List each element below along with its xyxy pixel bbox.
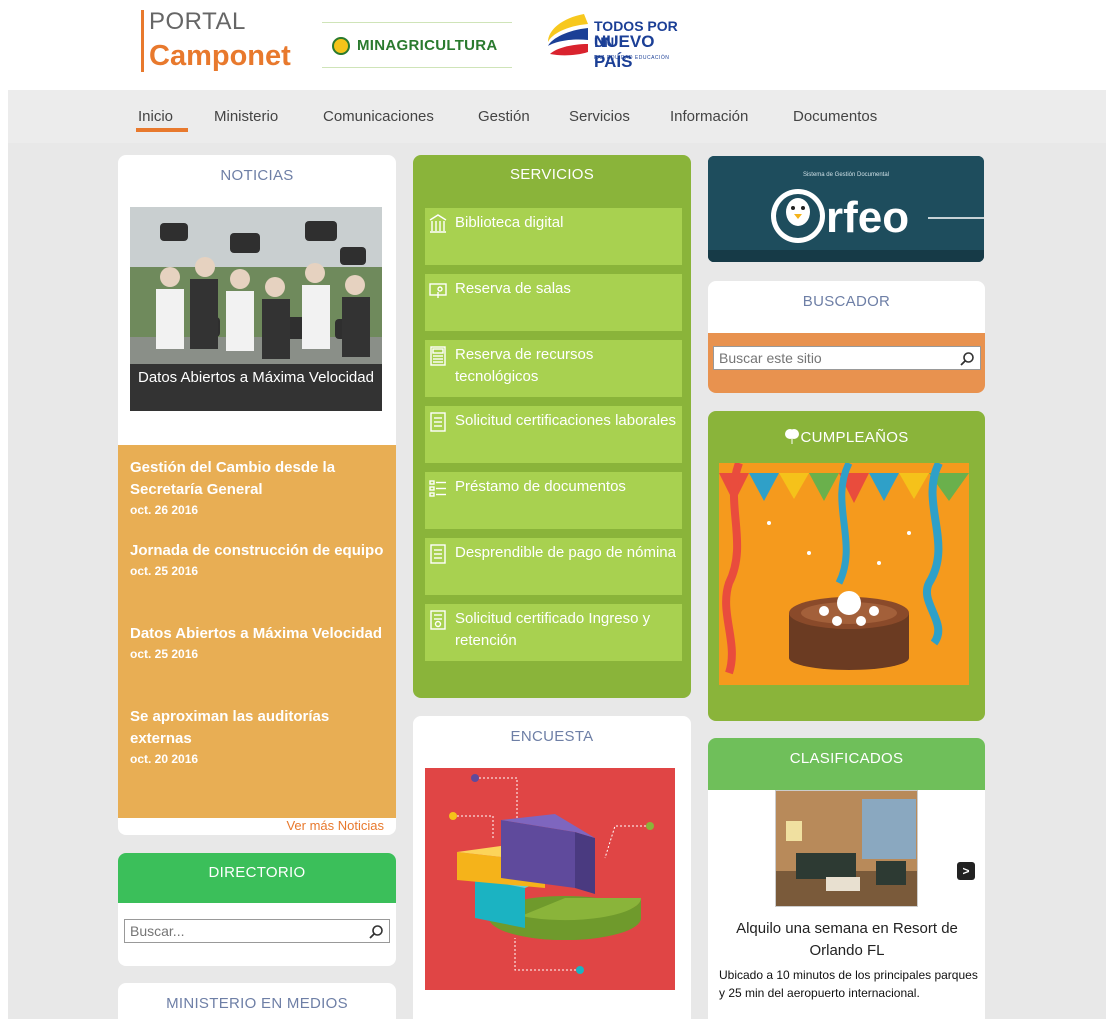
news-item-date: oct. 20 2016	[130, 752, 199, 766]
servicio-label: Reserva de recursos tecnológicos	[455, 346, 594, 385]
cumpleanos-panel: CUMPLEAÑOS	[708, 411, 985, 721]
servicios-title: SERVICIOS	[509, 166, 595, 183]
directorio-header: DIRECTORIO	[118, 853, 396, 903]
noticias-panel: NOTICIAS Datos Abiertos a Máxima Velocid…	[118, 155, 396, 835]
clasificados-panel: CLASIFICADOS > Alquilo una semana en Res…	[708, 738, 985, 1019]
servicio-desprendible-nomina[interactable]: Desprendible de pago de nómina	[425, 538, 682, 595]
cumpleanos-title: CUMPLEAÑOS	[708, 428, 985, 446]
ministerio-en-medios-panel: MINISTERIO EN MEDIOS	[118, 983, 396, 1019]
coat-of-arms-icon	[332, 37, 350, 55]
noticias-title: NOTICIAS	[220, 167, 294, 184]
clasificado-image[interactable]	[775, 790, 918, 907]
news-item-date: oct. 26 2016	[130, 503, 199, 517]
orfeo-banner[interactable]: Sistema de Gestión Documental rfeo	[708, 156, 984, 262]
servicio-label: Solicitud certificaciones laborales	[455, 412, 676, 429]
room-icon	[429, 283, 447, 298]
servicio-label: Reserva de salas	[455, 280, 571, 297]
servicios-panel: SERVICIOS Biblioteca digital Reserva de …	[413, 155, 691, 698]
clasificados-header: CLASIFICADOS	[708, 738, 985, 790]
nav-ministerio[interactable]: Ministerio	[214, 108, 278, 125]
next-button[interactable]: >	[957, 862, 975, 880]
main-nav: Inicio Ministerio Comunicaciones Gestión…	[8, 90, 1106, 143]
servicio-reserva-salas[interactable]: Reserva de salas	[425, 274, 682, 331]
portal-camponet-logo[interactable]: PORTAL Camponet	[141, 6, 291, 76]
encuesta-panel: ENCUESTA	[413, 716, 691, 1019]
news-item-title[interactable]: Gestión del Cambio desde la Secretaría G…	[130, 457, 384, 501]
medios-title: MINISTERIO EN MEDIOS	[166, 995, 348, 1012]
news-list: Gestión del Cambio desde la Secretaría G…	[118, 445, 396, 818]
buscador-band	[708, 333, 985, 393]
nav-servicios[interactable]: Servicios	[569, 108, 630, 125]
minagricultura-logo[interactable]: MINAGRICULTURA	[322, 22, 512, 68]
news-item-title[interactable]: Jornada de construcción de equipo	[130, 540, 384, 562]
directorio-panel: DIRECTORIO	[118, 853, 396, 966]
servicio-prestamo-documentos[interactable]: Préstamo de documentos	[425, 472, 682, 529]
library-icon	[429, 214, 447, 233]
nav-informacion[interactable]: Información	[670, 108, 748, 125]
news-item-title[interactable]: Datos Abiertos a Máxima Velocidad	[130, 623, 384, 645]
nav-active-indicator	[136, 128, 188, 132]
minagri-text: MINAGRICULTURA	[357, 37, 498, 54]
nav-gestion[interactable]: Gestión	[478, 108, 530, 125]
nav-documentos[interactable]: Documentos	[793, 108, 877, 125]
servicio-label: Biblioteca digital	[455, 214, 564, 231]
buscador-search-input[interactable]	[714, 347, 980, 369]
cumpleanos-image[interactable]	[719, 463, 969, 685]
servicio-label: Préstamo de documentos	[455, 478, 626, 495]
orfeo-brand: rfeo	[826, 193, 909, 242]
news-caption[interactable]: Datos Abiertos a Máxima Velocidad	[130, 364, 382, 411]
news-item-title[interactable]: Se aproximan las auditorías externas	[130, 706, 384, 750]
document-icon	[430, 412, 446, 432]
logo-line1: PORTAL	[149, 8, 246, 35]
buscador-search	[713, 346, 981, 370]
news-item[interactable]: Se aproximan las auditorías externas oct…	[130, 706, 384, 768]
calculator-icon	[430, 346, 446, 366]
servicio-label: Desprendible de pago de nómina	[455, 544, 676, 561]
news-item[interactable]: Gestión del Cambio desde la Secretaría G…	[130, 457, 384, 519]
directorio-title: DIRECTORIO	[208, 864, 306, 881]
encuesta-title: ENCUESTA	[510, 728, 594, 745]
ver-mas-noticias-link[interactable]: Ver más Noticias	[286, 818, 384, 833]
servicio-label: Solicitud certificado Ingreso y retenció…	[455, 610, 651, 649]
news-item[interactable]: Jornada de construcción de equipo oct. 2…	[130, 540, 384, 580]
todos-por-un-nuevo-pais-logo[interactable]: TODOS POR UN NUEVO PAÍS PAZ EQUIDAD EDUC…	[544, 6, 694, 71]
todos-line3: PAZ EQUIDAD EDUCACIÓN	[594, 55, 670, 61]
servicio-certificado-ingreso[interactable]: Solicitud certificado Ingreso y retenció…	[425, 604, 682, 661]
logo-line2: Camponet	[149, 40, 291, 72]
document-icon	[430, 544, 446, 564]
todos-line2: NUEVO PAÍS	[594, 32, 655, 71]
clasificado-description: Ubicado a 10 minutos de los principales …	[719, 968, 978, 1000]
buscador-title: BUSCADOR	[802, 293, 891, 310]
orfeo-subtitle: Sistema de Gestión Documental	[803, 172, 889, 178]
news-featured-image[interactable]: Datos Abiertos a Máxima Velocidad	[130, 207, 382, 411]
search-icon[interactable]	[368, 924, 384, 940]
encuesta-image[interactable]	[425, 768, 675, 990]
news-item[interactable]: Datos Abiertos a Máxima Velocidad oct. 2…	[130, 623, 384, 663]
orfeo-logo: Sistema de Gestión Documental rfeo	[708, 156, 984, 262]
clasificado-title[interactable]: Alquilo una semana en Resort de Orlando …	[718, 918, 976, 962]
directorio-search	[124, 919, 390, 943]
balloon-icon	[785, 429, 800, 444]
logo-bar	[141, 10, 144, 72]
living-room-photo	[776, 791, 917, 906]
buscador-panel: BUSCADOR	[708, 281, 985, 393]
servicio-biblioteca-digital[interactable]: Biblioteca digital	[425, 208, 682, 265]
servicio-certificaciones-laborales[interactable]: Solicitud certificaciones laborales	[425, 406, 682, 463]
nav-inicio[interactable]: Inicio	[138, 108, 173, 125]
news-item-date: oct. 25 2016	[130, 647, 199, 661]
cumpleanos-label: CUMPLEAÑOS	[800, 429, 909, 446]
list-icon	[429, 480, 446, 497]
pie-chart-illustration	[425, 768, 675, 990]
news-item-date: oct. 25 2016	[130, 564, 199, 578]
directorio-search-input[interactable]	[125, 920, 389, 942]
site-header: PORTAL Camponet MINAGRICULTURA TODOS POR…	[0, 0, 1106, 90]
clasificados-title: CLASIFICADOS	[789, 750, 904, 767]
servicio-reserva-recursos[interactable]: Reserva de recursos tecnológicos	[425, 340, 682, 397]
birthday-cake-illustration	[719, 463, 969, 685]
certificate-icon	[430, 610, 446, 630]
flag-swoosh-icon	[548, 14, 588, 56]
search-icon[interactable]	[959, 351, 975, 367]
nav-comunicaciones[interactable]: Comunicaciones	[323, 108, 434, 125]
